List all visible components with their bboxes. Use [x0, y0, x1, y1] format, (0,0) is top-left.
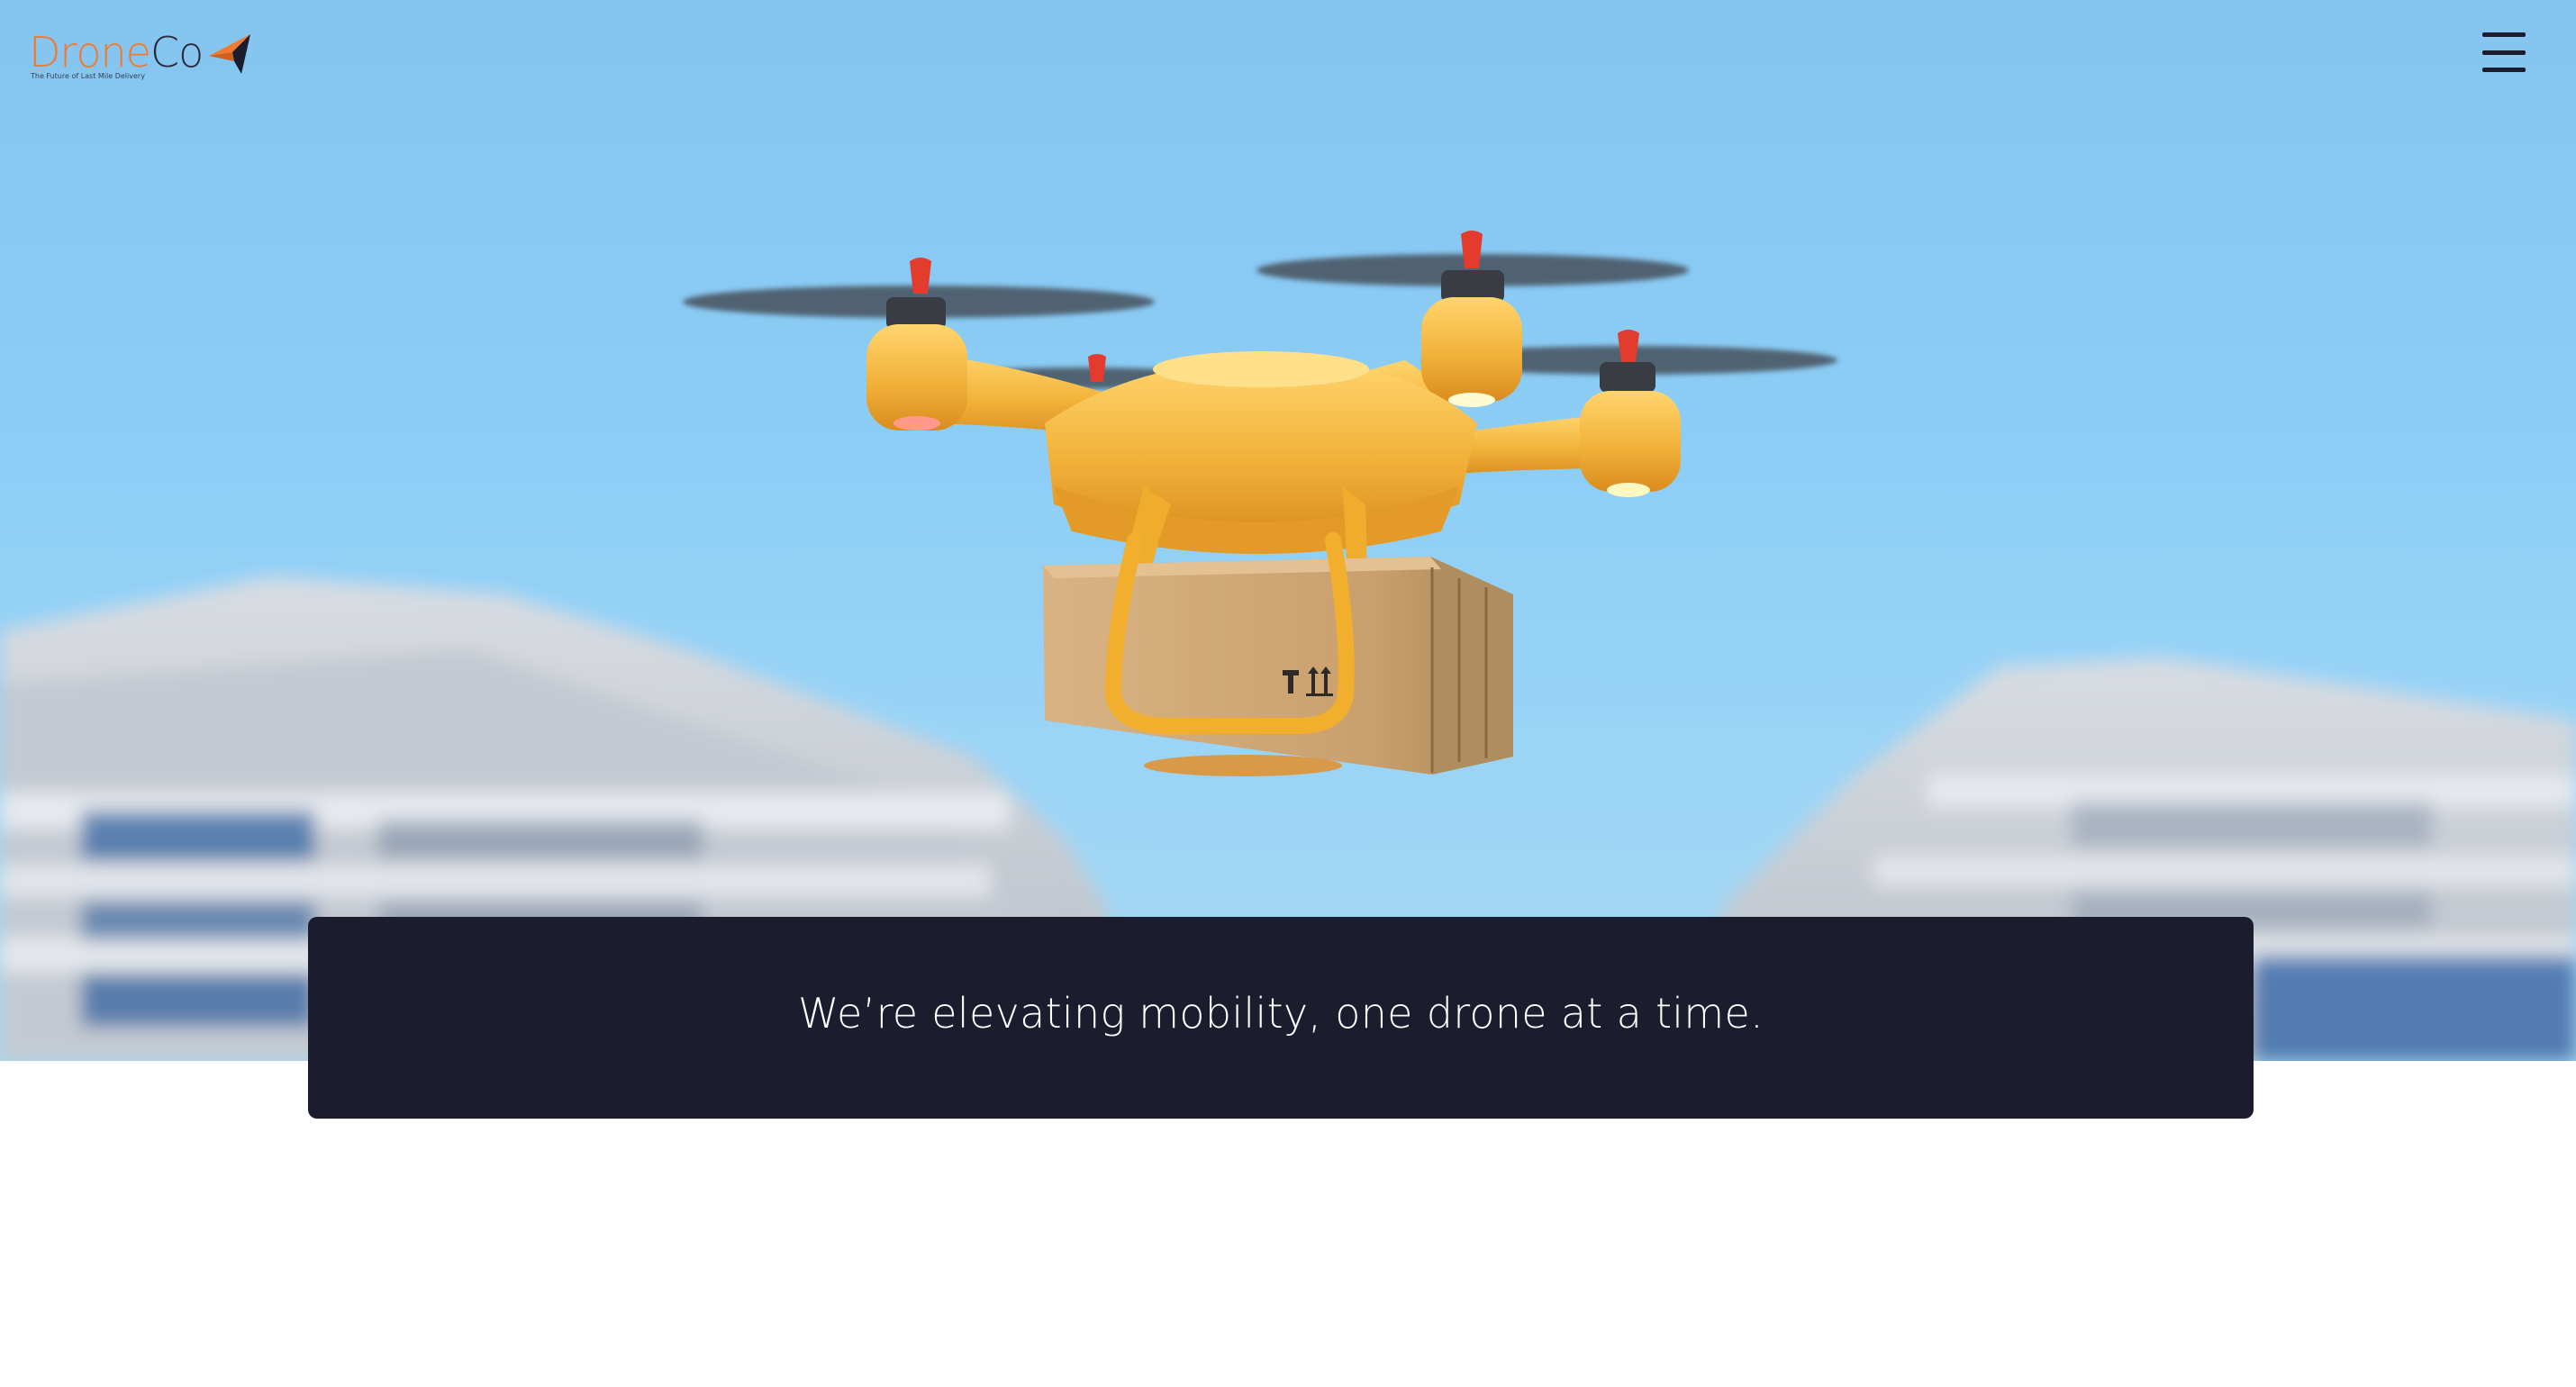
- logo-text-part: o: [76, 28, 101, 77]
- hero-image: [0, 0, 2576, 1061]
- logo-tagline: The Future of Last Mile Delivery: [31, 72, 145, 80]
- mission-banner: We’re elevating mobility, one drone at a…: [308, 917, 2254, 1119]
- menu-bar: [2482, 50, 2526, 55]
- menu-bar: [2482, 32, 2526, 37]
- paper-plane-icon: [209, 34, 250, 74]
- brand-logo[interactable]: Dr o ne Co The Future of Last Mile Deliv…: [29, 27, 263, 85]
- drone-illustration: [683, 231, 1837, 776]
- page: Dr o ne Co The Future of Last Mile Deliv…: [0, 0, 2576, 1387]
- banner-text: We’re elevating mobility, one drone at a…: [797, 989, 1764, 1038]
- hamburger-menu-icon[interactable]: [2470, 25, 2538, 79]
- logo-text-part: Co: [150, 28, 204, 77]
- logo-wordmark: Dr o ne Co: [29, 27, 204, 77]
- hero-scene-illustration: [0, 231, 2576, 1061]
- menu-bar: [2482, 68, 2526, 72]
- logo-text-part: Dr: [29, 28, 77, 77]
- logo-text-part: ne: [100, 28, 151, 77]
